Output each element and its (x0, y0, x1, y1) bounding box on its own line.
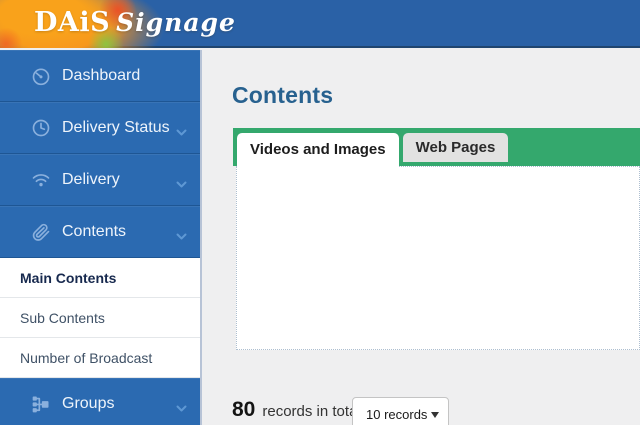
sidebar-nav: Dashboard Delivery Status (0, 50, 200, 425)
sidebar-item-main-contents[interactable]: Main Contents (0, 258, 200, 298)
records-summary: 80 records in total (232, 398, 361, 422)
records-per-page-select[interactable]: 10 records (352, 397, 449, 425)
main-content: Contents Videos and Images Web Pages 80 r… (200, 50, 640, 425)
clock-icon (30, 117, 52, 139)
chevron-down-icon (176, 400, 187, 408)
brand-tagline: Signage (116, 8, 236, 37)
sidebar-item-sub-contents[interactable]: Sub Contents (0, 298, 200, 338)
sitemap-icon (30, 393, 52, 415)
sidebar-item-dashboard[interactable]: Dashboard (0, 50, 200, 102)
paperclip-icon (30, 221, 52, 243)
records-count: 80 (232, 398, 255, 421)
records-count-label: records in total (262, 403, 360, 420)
sidebar-item-number-of-broadcast[interactable]: Number of Broadcast (0, 338, 200, 378)
tab-web-pages[interactable]: Web Pages (403, 133, 509, 162)
brand-logo[interactable]: DAiSSignage (34, 7, 236, 38)
top-header-bar: DAiSSignage (0, 0, 640, 48)
chevron-down-icon (176, 176, 187, 184)
chevron-down-icon (176, 228, 187, 236)
wifi-icon (30, 169, 52, 191)
contents-panel (236, 166, 640, 350)
content-tabbar: Videos and Images Web Pages (233, 128, 640, 166)
sidebar-item-label: Delivery Status (62, 119, 170, 137)
app-window: DAiSSignage Dashboard Delivery Status (0, 0, 640, 425)
sidebar-item-label: Contents (62, 223, 126, 241)
tab-videos-and-images[interactable]: Videos and Images (237, 133, 399, 167)
sidebar-item-label: Groups (62, 395, 114, 413)
page-title: Contents (232, 82, 333, 109)
dropdown-arrow-icon (431, 412, 439, 418)
sidebar-item-delivery[interactable]: Delivery (0, 154, 200, 206)
records-per-page-value: 10 records (366, 407, 427, 422)
sidebar-item-contents[interactable]: Contents (0, 206, 200, 258)
contents-submenu: Main Contents Sub Contents Number of Bro… (0, 258, 200, 378)
chevron-down-icon (176, 124, 187, 132)
sidebar-item-delivery-status[interactable]: Delivery Status (0, 102, 200, 154)
brand-name: DAiS (34, 7, 110, 38)
sidebar-item-label: Dashboard (62, 67, 140, 85)
sidebar-item-groups[interactable]: Groups (0, 378, 200, 425)
sidebar-item-label: Delivery (62, 171, 120, 189)
gauge-icon (30, 65, 52, 87)
